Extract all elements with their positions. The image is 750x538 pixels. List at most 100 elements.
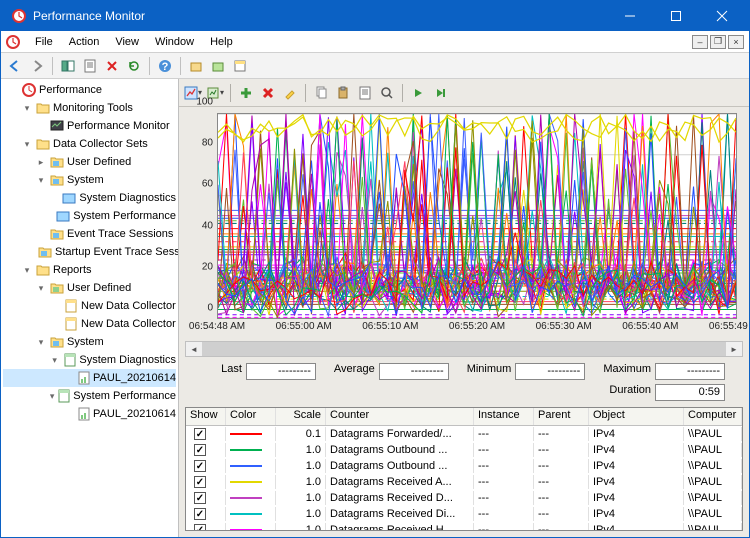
scroll-right-button[interactable]: ► [726,342,742,356]
tree-item[interactable]: ▾System [3,171,176,189]
legend-show-checkbox[interactable]: ✓ [194,492,206,504]
scroll-left-button[interactable]: ◄ [186,342,202,356]
legend-object: IPv4 [589,491,684,505]
legend-show-checkbox[interactable]: ✓ [194,428,206,440]
legend-color-swatch [230,433,262,435]
legend-header-computer[interactable]: Computer [684,408,742,425]
tree-item[interactable]: Startup Event Trace Sessions [3,243,176,261]
legend-header-object[interactable]: Object [589,408,684,425]
export-button[interactable] [186,56,206,76]
add-counter-button[interactable] [236,82,256,104]
tree-item[interactable]: ▾System Performance [3,387,176,405]
tree-expander-icon[interactable]: ▸ [35,157,47,168]
legend-body[interactable]: ✓0.1Datagrams Forwarded/...------IPv4\\P… [186,426,742,530]
tree-item[interactable]: System Performance [3,207,176,225]
legend-header-parent[interactable]: Parent [534,408,589,425]
legend-row[interactable]: ✓1.0Datagrams Received Di...------IPv4\\… [186,506,742,522]
legend-header-show[interactable]: Show [186,408,226,425]
tree-item[interactable]: ▾System [3,333,176,351]
legend-header-counter[interactable]: Counter [326,408,474,425]
copy-properties-button[interactable] [311,82,331,104]
legend-row[interactable]: ✓1.0Datagrams Received D...------IPv4\\P… [186,490,742,506]
tree-item[interactable]: New Data Collector [3,297,176,315]
properties-chart-button[interactable] [355,82,375,104]
delete-button[interactable] [102,56,122,76]
legend-counter: Datagrams Outbound ... [326,459,474,473]
remove-counter-button[interactable] [258,82,278,104]
refresh-button[interactable] [124,56,144,76]
legend-header[interactable]: Show Color Scale Counter Instance Parent… [186,408,742,426]
tree-item[interactable]: ▾Reports [3,261,176,279]
chart-plot[interactable] [217,113,737,319]
mdi-close-button[interactable]: × [728,35,744,49]
paste-button[interactable] [333,82,353,104]
tree-expander-icon[interactable]: ▾ [21,103,33,114]
tree-item-icon [50,281,64,295]
freeze-button[interactable] [408,82,428,104]
legend-row[interactable]: ✓1.0Datagrams Outbound ...------IPv4\\PA… [186,458,742,474]
tree-item[interactable]: Performance [3,81,176,99]
menu-view[interactable]: View [107,36,147,48]
properties-button[interactable] [80,56,100,76]
legend-row[interactable]: ✓0.1Datagrams Forwarded/...------IPv4\\P… [186,426,742,442]
minimize-button[interactable] [607,1,653,31]
legend-header-color[interactable]: Color [226,408,276,425]
maximize-button[interactable] [653,1,699,31]
menu-help[interactable]: Help [202,36,241,48]
legend-object: IPv4 [589,523,684,530]
tree-expander-icon[interactable]: ▾ [49,355,60,366]
update-button[interactable] [430,82,450,104]
tree-item-icon [36,263,50,277]
navigation-tree[interactable]: Performance▾Monitoring ToolsPerformance … [1,79,179,537]
zoom-button[interactable] [377,82,397,104]
tree-item[interactable]: ▾Data Collector Sets [3,135,176,153]
legend-show-checkbox[interactable]: ✓ [194,508,206,520]
mmc-toolbar: ? [1,53,749,79]
tree-item[interactable]: ▾Monitoring Tools [3,99,176,117]
chart-area[interactable]: 020406080100 06:54:48 AM06:55:00 AM06:55… [185,109,743,339]
tree-expander-icon[interactable]: ▾ [49,391,55,402]
tree-item-label: System Performance [73,210,176,222]
chart-scrollbar[interactable]: ◄ ► [185,341,743,357]
tree-expander-icon[interactable]: ▾ [35,175,47,186]
back-button[interactable] [5,56,25,76]
close-button[interactable] [699,1,745,31]
tree-item[interactable]: ▸User Defined [3,153,176,171]
legend-row[interactable]: ✓1.0Datagrams Received A...------IPv4\\P… [186,474,742,490]
highlight-button[interactable] [280,82,300,104]
tree-item[interactable]: PAUL_20210614 [3,405,176,423]
legend-header-scale[interactable]: Scale [276,408,326,425]
tree-item[interactable]: System Diagnostics [3,189,176,207]
legend-show-checkbox[interactable]: ✓ [194,524,206,530]
tree-expander-icon[interactable]: ▾ [21,139,33,150]
legend-object: IPv4 [589,443,684,457]
tree-item[interactable]: ▾User Defined [3,279,176,297]
legend-parent: --- [534,507,589,521]
legend-show-checkbox[interactable]: ✓ [194,476,206,488]
mdi-restore-button[interactable]: ❐ [710,35,726,49]
mdi-minimize-button[interactable]: ‒ [692,35,708,49]
new-window-button[interactable] [230,56,250,76]
menu-window[interactable]: Window [147,36,202,48]
tree-item[interactable]: Event Trace Sessions [3,225,176,243]
tree-item[interactable]: New Data Collector [3,315,176,333]
tree-expander-icon[interactable]: ▾ [21,265,33,276]
legend-header-instance[interactable]: Instance [474,408,534,425]
forward-button[interactable] [27,56,47,76]
legend-row[interactable]: ✓1.0Datagrams Received H...------IPv4\\P… [186,522,742,530]
stat-duration-label: Duration [605,384,655,401]
legend-show-checkbox[interactable]: ✓ [194,444,206,456]
tree-expander-icon[interactable]: ▾ [35,283,47,294]
legend-row[interactable]: ✓1.0Datagrams Outbound ...------IPv4\\PA… [186,442,742,458]
import-button[interactable] [208,56,228,76]
legend-table[interactable]: Show Color Scale Counter Instance Parent… [185,407,743,531]
menu-action[interactable]: Action [61,36,108,48]
show-hide-tree-button[interactable] [58,56,78,76]
menu-file[interactable]: File [27,36,61,48]
tree-item[interactable]: PAUL_20210614 [3,369,176,387]
tree-item[interactable]: ▾System Diagnostics [3,351,176,369]
legend-show-checkbox[interactable]: ✓ [194,460,206,472]
help-button[interactable]: ? [155,56,175,76]
tree-expander-icon[interactable]: ▾ [35,337,47,348]
tree-item[interactable]: Performance Monitor [3,117,176,135]
